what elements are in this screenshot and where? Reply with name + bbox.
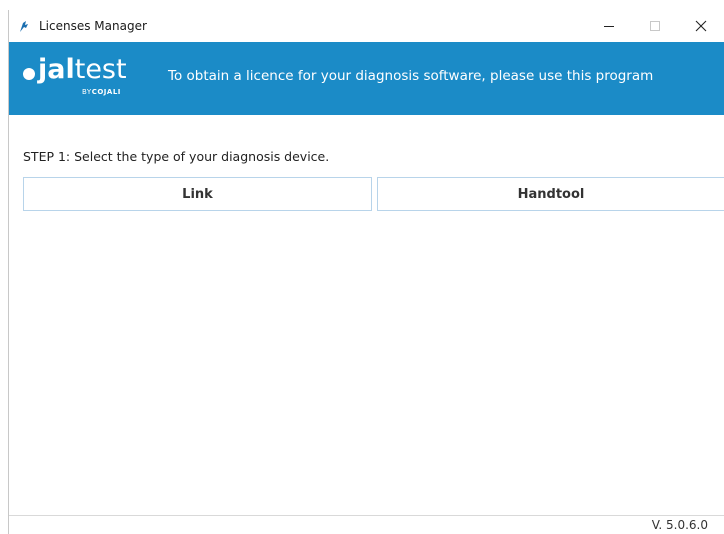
link-device-button[interactable]: Link	[23, 177, 372, 211]
link-button-label: Link	[182, 186, 213, 202]
window-title: Licenses Manager	[39, 19, 147, 33]
minimize-button[interactable]	[586, 10, 632, 42]
banner-message: To obtain a licence for your diagnosis s…	[168, 68, 654, 84]
status-bar: V. 5.0.6.0	[9, 515, 724, 534]
header-banner: jaltest BYCOJALI To obtain a licence for…	[9, 42, 724, 115]
jaltest-logo: jaltest BYCOJALI	[22, 54, 152, 104]
handtool-button-label: Handtool	[517, 186, 585, 202]
close-button[interactable]	[678, 10, 724, 42]
logo-byline: BYCOJALI	[82, 88, 121, 96]
window-controls	[586, 10, 724, 42]
licenses-manager-window: Licenses Manager jaltest BYCOJALI To obt…	[8, 10, 724, 534]
logo-dot-icon	[23, 68, 35, 80]
jaltest-app-icon	[17, 19, 31, 33]
handtool-device-button[interactable]: Handtool	[377, 177, 724, 211]
close-icon	[695, 20, 707, 32]
version-label: V. 5.0.6.0	[651, 518, 708, 532]
maximize-icon	[650, 21, 660, 31]
logo-wordmark: jaltest	[38, 54, 127, 85]
step-1-label: STEP 1: Select the type of your diagnosi…	[23, 149, 330, 164]
minimize-icon	[604, 26, 614, 27]
maximize-button[interactable]	[632, 10, 678, 42]
main-content: STEP 1: Select the type of your diagnosi…	[9, 115, 724, 513]
title-bar[interactable]: Licenses Manager	[9, 10, 724, 42]
